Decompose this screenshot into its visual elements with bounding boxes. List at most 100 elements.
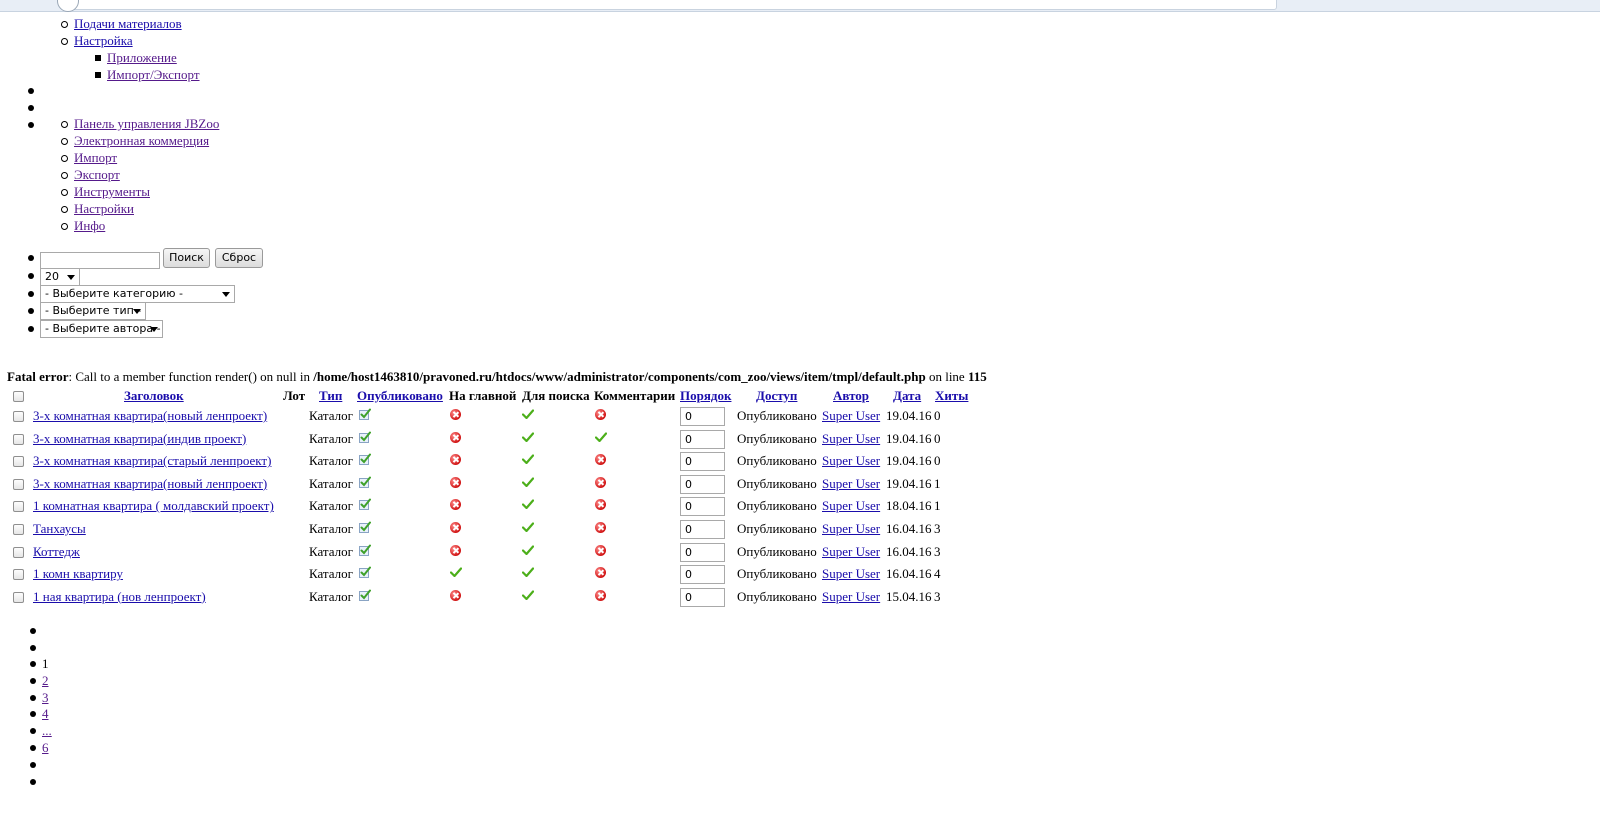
column-order[interactable]: Порядок (680, 388, 731, 404)
item-author-link[interactable]: Super User (822, 566, 880, 582)
reload-icon[interactable] (57, 0, 79, 12)
order-input[interactable]: 0 (680, 474, 725, 494)
jbzoo-menu-item[interactable]: Импорт (74, 150, 117, 166)
frontpage-no-icon[interactable] (450, 522, 461, 533)
searchable-yes-icon[interactable] (522, 544, 534, 555)
comments-no-icon[interactable] (595, 476, 606, 488)
searchable-yes-icon[interactable] (522, 522, 534, 532)
row-checkbox[interactable] (13, 546, 24, 558)
page-link[interactable]: 4 (42, 706, 49, 722)
frontpage-yes-icon[interactable] (450, 567, 462, 578)
published-icon[interactable] (359, 431, 371, 443)
page-link[interactable]: 3 (42, 690, 49, 706)
item-title-link[interactable]: 3-х комнатная квартира(старый ленпроект) (33, 453, 271, 469)
searchable-yes-icon[interactable] (522, 477, 534, 487)
category-select[interactable]: - Выберите категорию - (40, 285, 235, 303)
page-link[interactable]: ... (42, 723, 52, 739)
item-author-link[interactable]: Super User (822, 521, 880, 537)
published-icon[interactable] (359, 566, 371, 579)
published-icon[interactable] (359, 589, 371, 601)
item-author-link[interactable]: Super User (822, 453, 880, 469)
item-title-link[interactable]: Танхаусы (33, 521, 86, 537)
reset-button[interactable]: Сброс (215, 248, 263, 268)
row-checkbox[interactable] (13, 524, 24, 535)
item-title-link[interactable]: 3-х комнатная квартира(индив проект) (33, 431, 246, 447)
order-input[interactable]: 0 (680, 429, 725, 449)
row-checkbox[interactable] (13, 456, 24, 468)
searchable-yes-icon[interactable] (522, 431, 534, 442)
column-author[interactable]: Автор (833, 388, 869, 404)
order-input[interactable]: 0 (680, 565, 725, 585)
item-author-link[interactable]: Super User (822, 589, 880, 605)
jbzoo-menu-item[interactable]: Электронная коммерция (74, 133, 209, 149)
jbzoo-menu-item[interactable]: Экспорт (74, 167, 120, 183)
published-icon[interactable] (359, 408, 371, 420)
comments-yes-icon[interactable] (595, 431, 607, 442)
select-all-checkbox[interactable] (13, 391, 24, 402)
comments-no-icon[interactable] (595, 409, 606, 420)
item-title-link[interactable]: 1 ная квартира (нов ленпроект) (33, 589, 206, 605)
jbzoo-menu-item[interactable]: Инструменты (74, 184, 150, 200)
jbzoo-menu-item[interactable]: Настройки (74, 201, 134, 217)
author-select[interactable]: - Выберите автора - (40, 320, 163, 338)
published-icon[interactable] (359, 544, 371, 556)
order-input[interactable]: 0 (680, 520, 725, 539)
item-author-link[interactable]: Super User (822, 408, 880, 424)
row-checkbox[interactable] (13, 411, 24, 422)
column-access[interactable]: Доступ (756, 388, 797, 404)
menu-item-import-export[interactable]: Импорт/Экспорт (107, 67, 200, 83)
frontpage-no-icon[interactable] (450, 454, 461, 466)
item-title-link[interactable]: 3-х комнатная квартира(новый ленпроект) (33, 476, 267, 492)
comments-no-icon[interactable] (595, 499, 606, 511)
frontpage-no-icon[interactable] (450, 431, 461, 443)
frontpage-no-icon[interactable] (450, 499, 461, 511)
row-checkbox[interactable] (13, 569, 24, 581)
searchable-yes-icon[interactable] (522, 499, 534, 510)
frontpage-no-icon[interactable] (450, 544, 461, 556)
order-input[interactable]: 0 (680, 452, 725, 472)
menu-item-application[interactable]: Приложение (107, 50, 177, 66)
order-input[interactable]: 0 (680, 587, 725, 607)
search-button[interactable]: Поиск (163, 248, 210, 268)
column-published[interactable]: Опубликовано (357, 388, 443, 404)
page-link[interactable]: 2 (42, 673, 49, 689)
search-input[interactable] (40, 252, 160, 269)
jbzoo-menu-item[interactable]: Инфо (74, 218, 105, 234)
item-author-link[interactable]: Super User (822, 544, 880, 560)
item-author-link[interactable]: Super User (822, 476, 880, 492)
item-title-link[interactable]: 1 комн квартиру (33, 566, 123, 582)
comments-no-icon[interactable] (595, 589, 606, 601)
item-title-link[interactable]: 1 комнатная квартира ( молдавский проект… (33, 498, 274, 514)
row-checkbox[interactable] (13, 433, 24, 445)
comments-no-icon[interactable] (595, 522, 606, 533)
published-icon[interactable] (359, 498, 371, 511)
row-checkbox[interactable] (13, 501, 24, 513)
type-select[interactable]: - Выберите тип - (40, 302, 146, 320)
column-title[interactable]: Заголовок (124, 388, 184, 404)
published-icon[interactable] (359, 453, 371, 466)
order-input[interactable]: 0 (680, 497, 725, 517)
jbzoo-menu-item[interactable]: Панель управления JBZoo (74, 116, 219, 132)
published-icon[interactable] (359, 521, 371, 533)
order-input[interactable]: 0 (680, 542, 725, 562)
page-link[interactable]: 6 (42, 740, 49, 756)
item-author-link[interactable]: Super User (822, 498, 880, 514)
searchable-yes-icon[interactable] (522, 454, 534, 465)
column-hits[interactable]: Хиты (935, 388, 968, 404)
address-field[interactable] (60, 0, 1277, 10)
row-checkbox[interactable] (13, 591, 24, 603)
searchable-yes-icon[interactable] (522, 567, 534, 578)
frontpage-no-icon[interactable] (450, 589, 461, 601)
column-date[interactable]: Дата (893, 388, 921, 404)
comments-no-icon[interactable] (595, 454, 606, 466)
searchable-yes-icon[interactable] (522, 590, 534, 600)
item-author-link[interactable]: Super User (822, 431, 880, 447)
comments-no-icon[interactable] (595, 544, 606, 556)
order-input[interactable]: 0 (680, 407, 725, 426)
item-title-link[interactable]: 3-х комнатная квартира(новый ленпроект) (33, 408, 267, 424)
searchable-yes-icon[interactable] (522, 409, 534, 419)
row-checkbox[interactable] (13, 478, 24, 490)
item-title-link[interactable]: Коттедж (33, 544, 80, 560)
menu-item-config[interactable]: Настройка (74, 33, 133, 49)
column-type[interactable]: Тип (319, 388, 342, 404)
